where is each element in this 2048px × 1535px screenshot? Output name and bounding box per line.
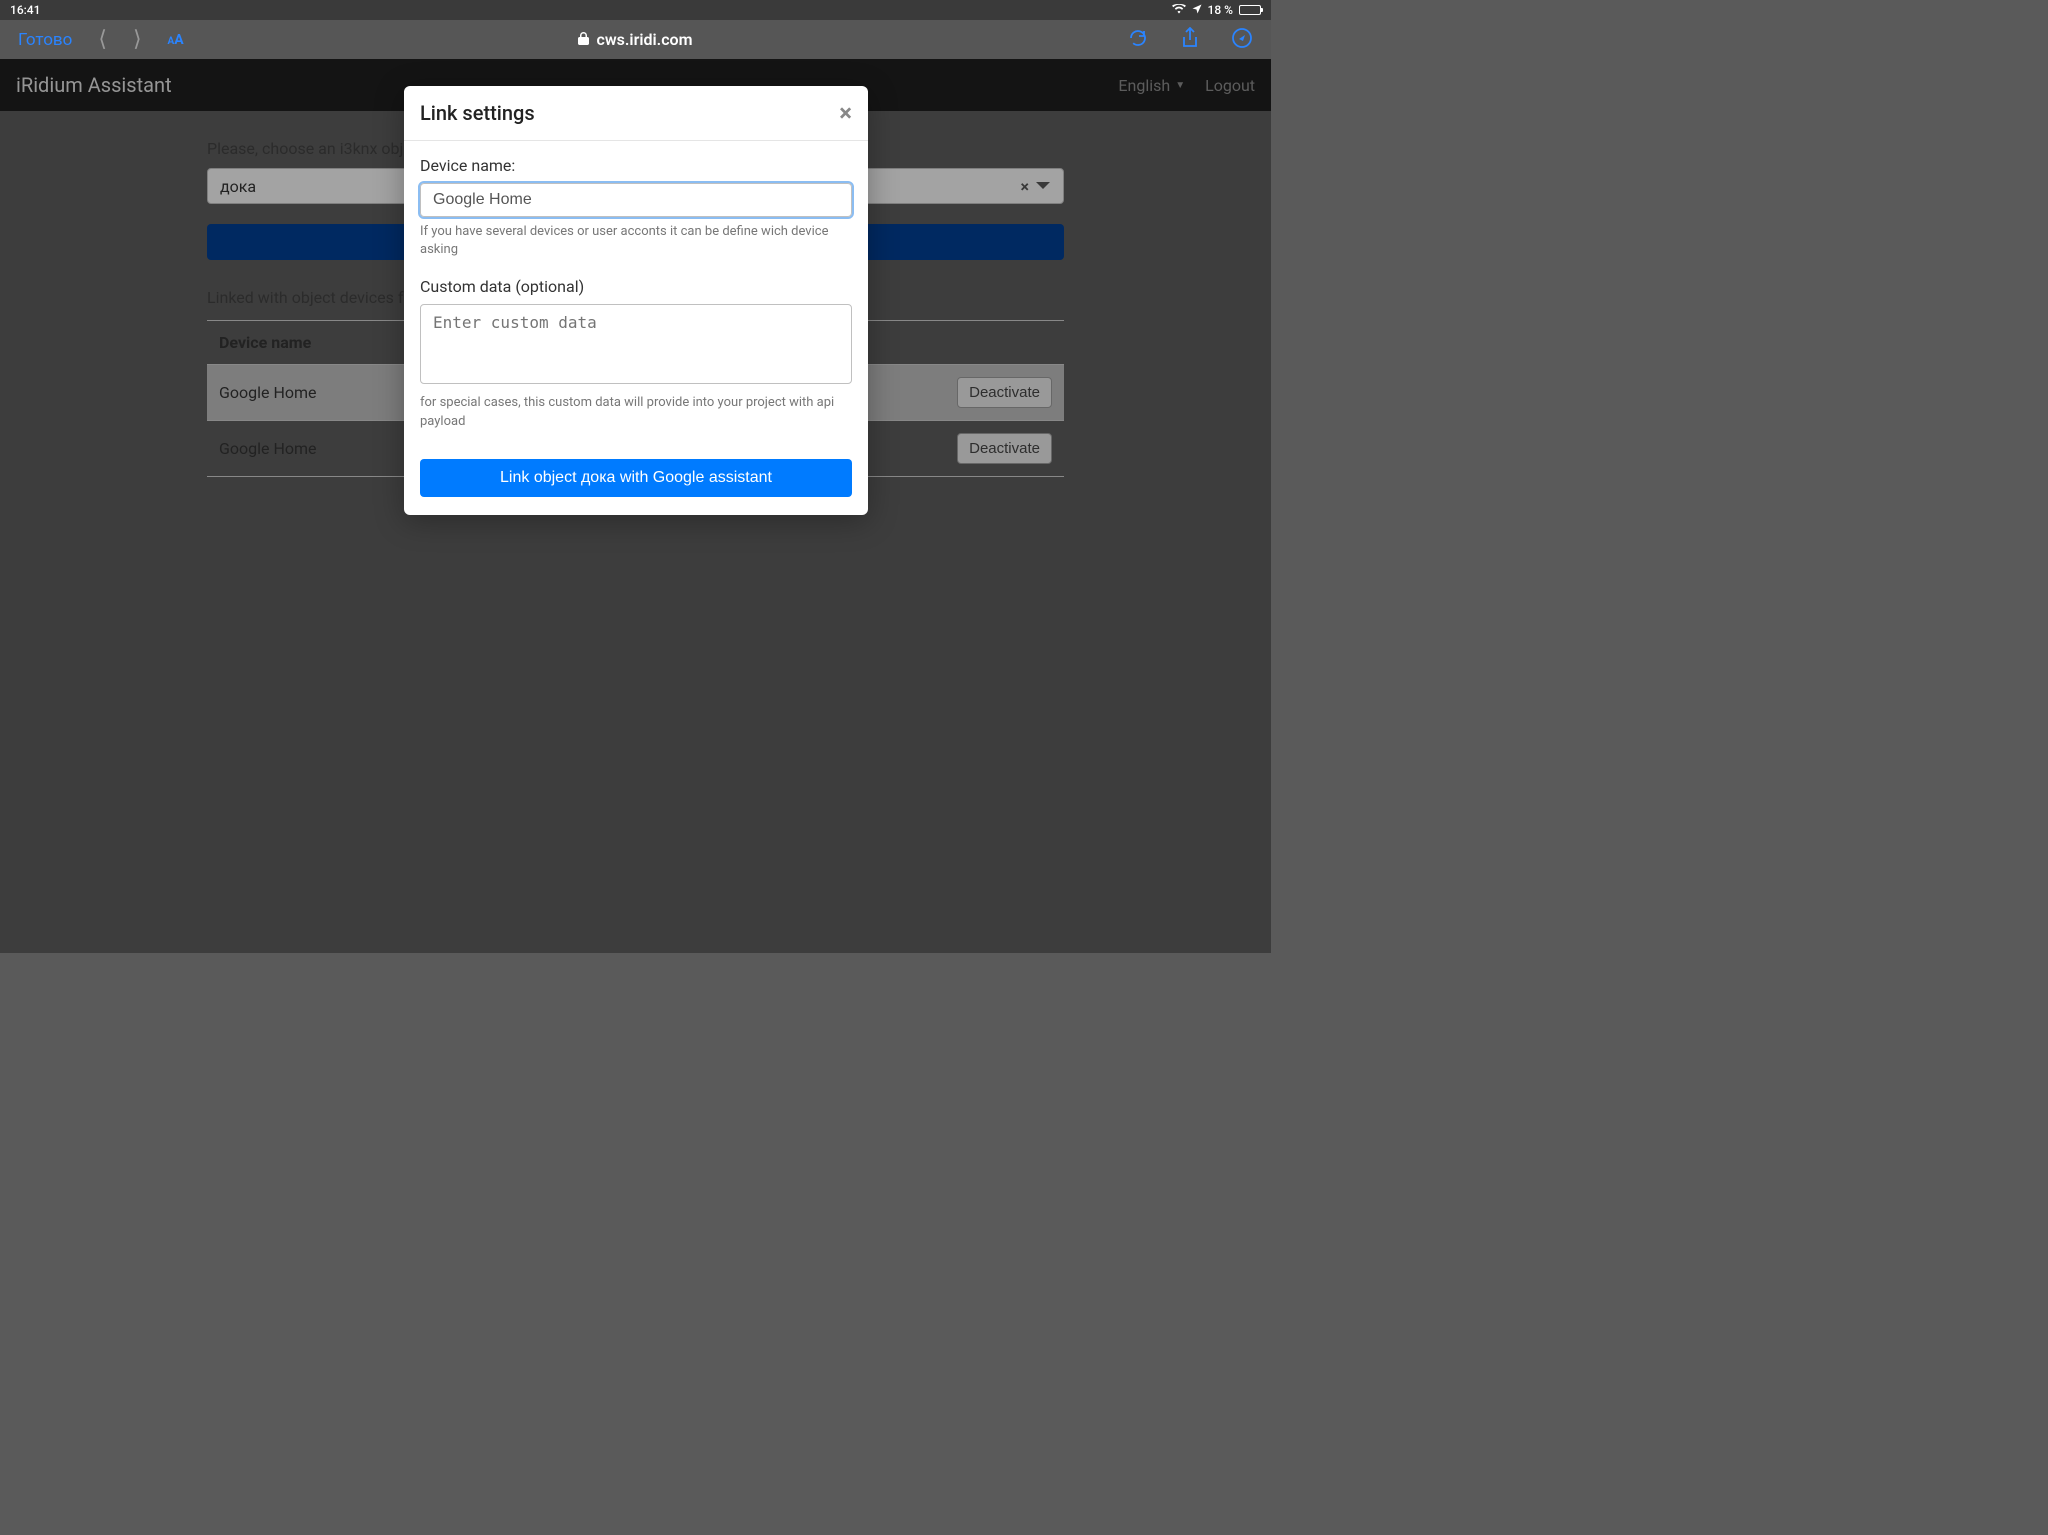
custom-data-label: Custom data (optional) xyxy=(420,277,852,296)
battery-icon xyxy=(1239,5,1261,15)
status-battery-pct: 18 % xyxy=(1208,3,1233,17)
status-time: 16:41 xyxy=(10,3,40,17)
url-bar[interactable]: cws.iridi.com xyxy=(327,30,945,49)
url-domain: cws.iridi.com xyxy=(596,30,692,49)
text-size-button[interactable]: AA xyxy=(168,32,184,48)
link-object-button[interactable]: Link object дока with Google assistant xyxy=(420,459,852,497)
wifi-icon xyxy=(1172,3,1186,17)
custom-data-textarea[interactable] xyxy=(420,304,852,384)
custom-data-help: for special cases, this custom data will… xyxy=(420,394,852,430)
share-icon[interactable] xyxy=(1179,27,1201,53)
device-name-help: If you have several devices or user acco… xyxy=(420,223,852,259)
link-settings-modal: Link settings × Device name: If you have… xyxy=(404,86,868,515)
back-icon[interactable]: ⟨ xyxy=(98,27,107,52)
done-button[interactable]: Готово xyxy=(18,30,72,50)
close-icon[interactable]: × xyxy=(839,101,852,125)
safari-compass-icon[interactable] xyxy=(1231,27,1253,53)
device-name-input[interactable] xyxy=(420,183,852,217)
modal-title: Link settings xyxy=(420,101,535,125)
safari-toolbar: Готово ⟨ ⟩ AA cws.iridi.com xyxy=(0,20,1271,59)
reload-icon[interactable] xyxy=(1127,27,1149,53)
lock-icon xyxy=(578,32,589,48)
ios-status-bar: 16:41 18 % xyxy=(0,0,1271,20)
device-name-label: Device name: xyxy=(420,156,852,175)
location-icon xyxy=(1192,3,1202,17)
forward-icon[interactable]: ⟩ xyxy=(133,27,142,52)
